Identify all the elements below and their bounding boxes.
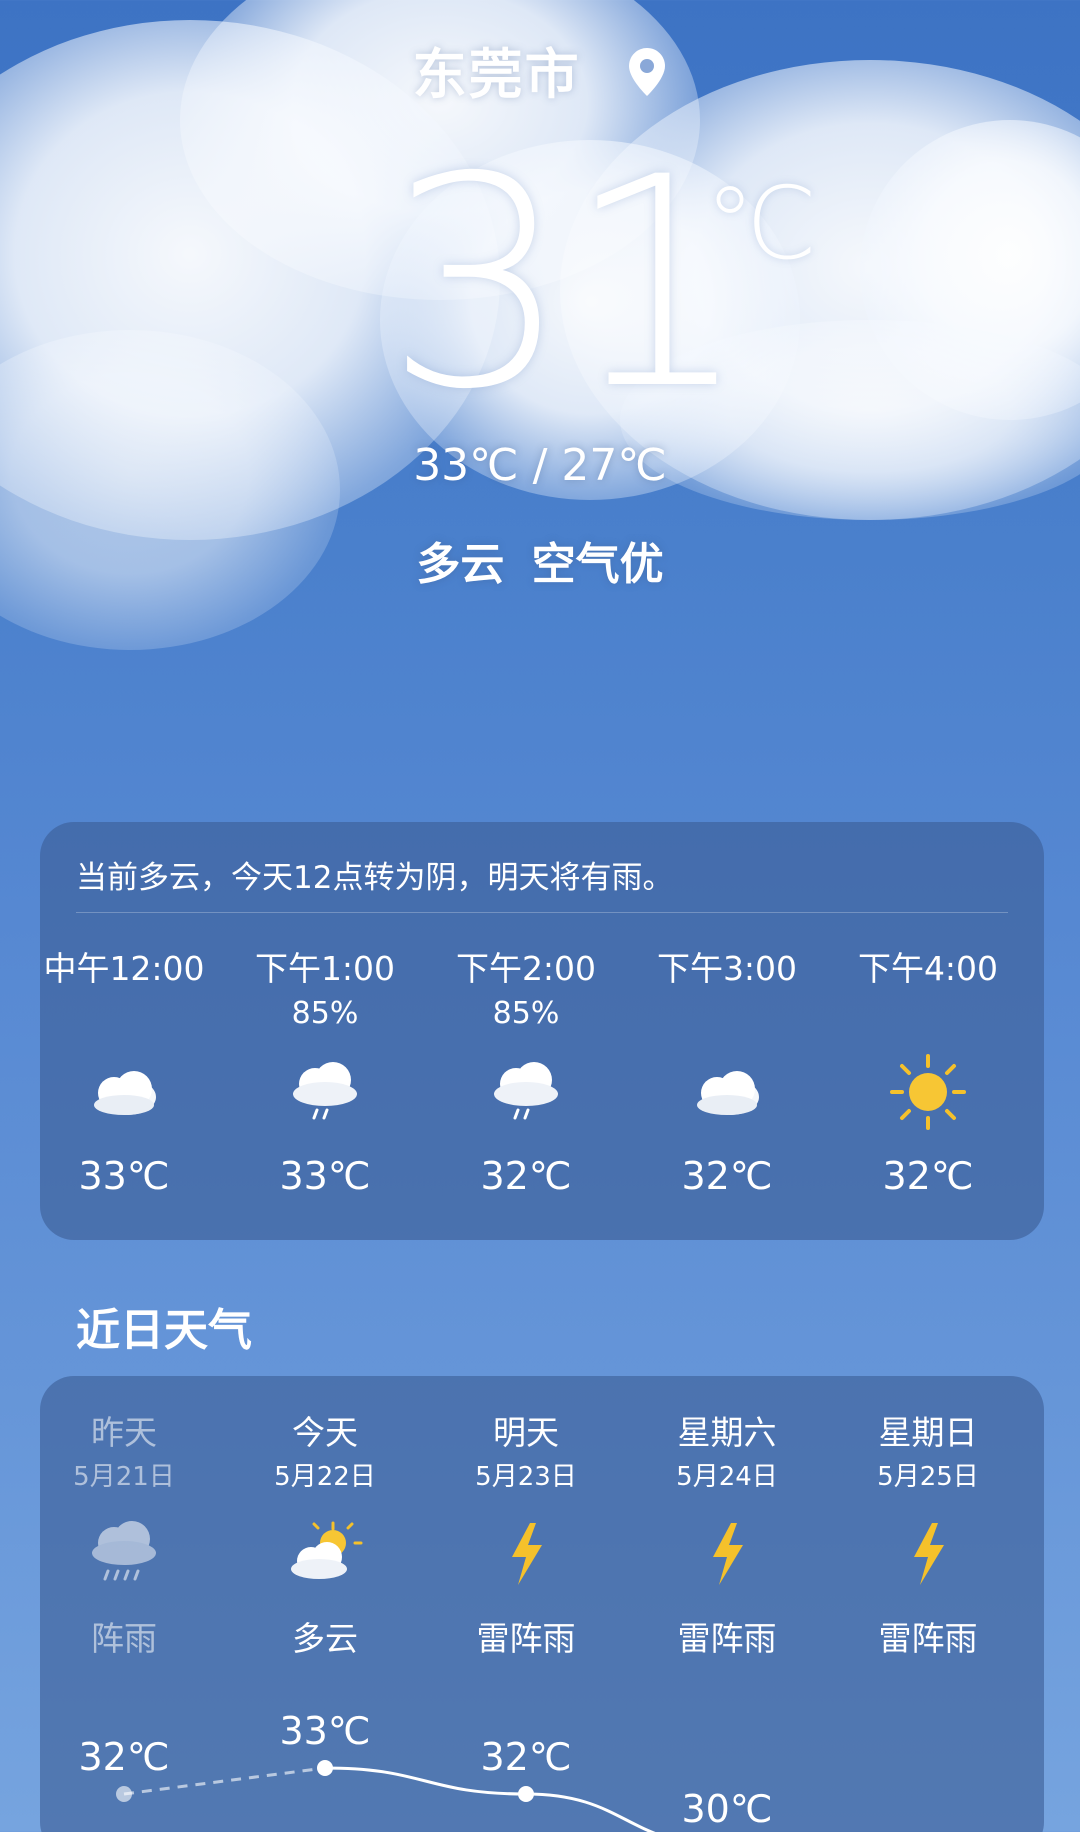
temperature-unit: ℃: [705, 165, 818, 282]
hourly-item[interactable]: 中午12:00 33℃: [24, 942, 224, 1198]
hour-temperature: 33℃: [78, 1154, 170, 1198]
hour-temperature: 33℃: [279, 1154, 371, 1198]
sun-icon: [828, 1044, 1028, 1140]
daily-forecast-card[interactable]: 昨天 5月21日 阵雨 今天 5月22日 多云 明天 5月23日 雷阵雨 星期六 5月24日 雷阵雨星…: [40, 1376, 1044, 1832]
hour-temperature: 32℃: [882, 1154, 974, 1198]
cloudy-icon: [24, 1044, 224, 1140]
city-row[interactable]: 东莞市: [0, 30, 1080, 111]
trend-label: 32℃: [78, 1735, 169, 1779]
hourly-item[interactable]: 下午2:00 85% 32℃: [426, 942, 626, 1198]
trend-point: [518, 1786, 534, 1802]
condition-air-quality: 多云 空气优: [416, 539, 664, 590]
hourly-list: 中午12:00 33℃ 下午1:00 85% 33℃ 下午2:00 85% 32℃ 下午3:00…: [40, 822, 1044, 1240]
rain-cloud-icon: [225, 1044, 425, 1140]
trend-label: 32℃: [480, 1735, 571, 1779]
precip-probability: 85%: [291, 996, 359, 1031]
location-pin-icon: [627, 46, 667, 111]
temperature-trend-chart: 32℃ 33℃ 32℃ 30℃: [78, 1709, 773, 1832]
hourly-item[interactable]: 下午1:00 85% 33℃: [225, 942, 425, 1198]
trend-label: 33℃: [279, 1709, 370, 1753]
hourly-forecast-card[interactable]: 当前多云，今天12点转为阴，明天将有雨。 中午12:00 33℃ 下午1:00 85%…: [40, 822, 1044, 1240]
current-weather-header: 东莞市 31 ℃ 33℃ / 27℃ 多云 空气优: [0, 0, 1080, 620]
hourly-item[interactable]: 下午3:00 32℃: [627, 942, 827, 1198]
temperature-range: 33℃ / 27℃: [413, 440, 667, 491]
city-name: 东莞市: [412, 43, 581, 106]
hour-time: 下午4:00: [857, 949, 999, 988]
rain-cloud-icon: [426, 1044, 626, 1140]
trend-point: [317, 1760, 333, 1776]
cloudy-icon: [627, 1044, 827, 1140]
hour-time: 下午2:00: [455, 949, 597, 988]
section-title: 近日天气: [76, 1305, 252, 1356]
trend-point: [116, 1786, 132, 1802]
trend-label: 30℃: [681, 1787, 772, 1831]
current-temperature: 31: [385, 116, 750, 453]
trend-line: [324, 1766, 656, 1832]
precip-probability: [828, 996, 1028, 1036]
precip-probability: 85%: [492, 996, 560, 1031]
hour-time: 下午3:00: [656, 949, 798, 988]
hourly-item[interactable]: 下午4:00 32℃: [828, 942, 1028, 1198]
hour-time: 下午1:00: [254, 949, 396, 988]
precip-probability: [24, 996, 224, 1036]
hour-temperature: 32℃: [480, 1154, 572, 1198]
precip-probability: [627, 996, 827, 1036]
hour-time: 中午12:00: [43, 949, 205, 988]
hour-temperature: 32℃: [681, 1154, 773, 1198]
